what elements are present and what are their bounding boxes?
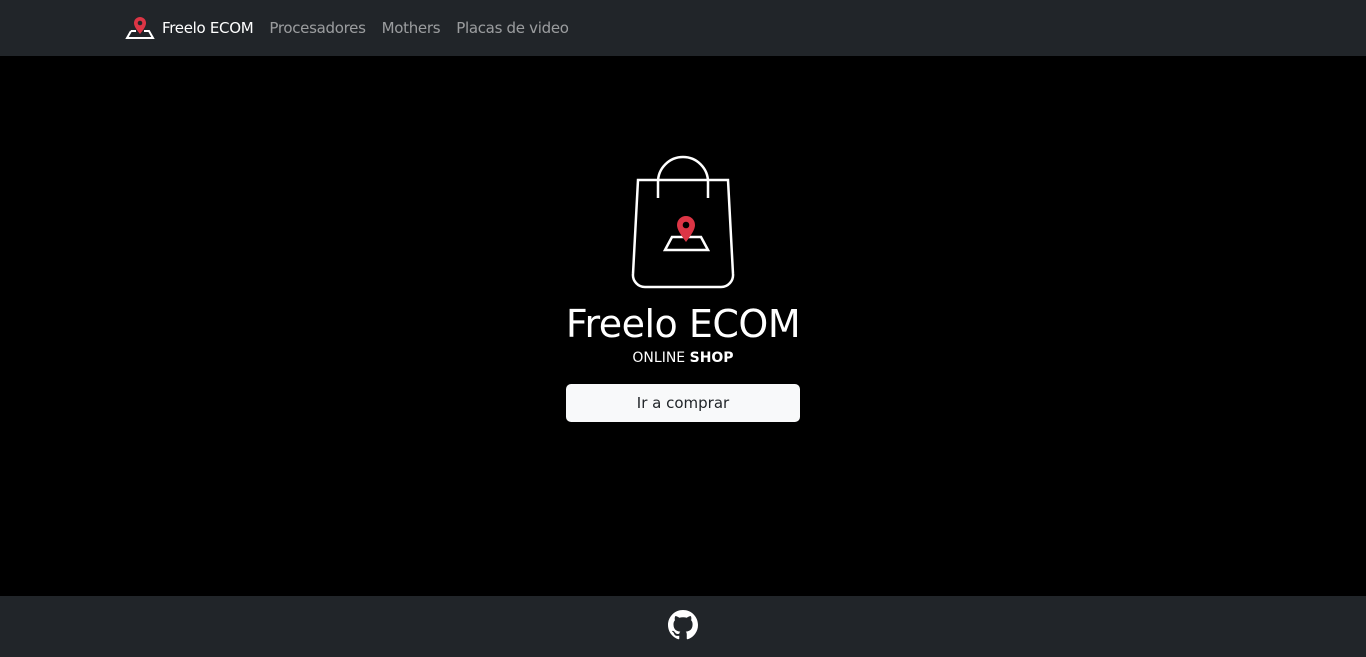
brand-link[interactable]: Freelo ECOM (125, 16, 254, 40)
navbar: Freelo ECOM Procesadores Mothers Placas … (0, 0, 1366, 56)
subtitle-shop: SHOP (689, 350, 734, 366)
github-icon (668, 609, 698, 639)
hero-subtitle: ONLINE SHOP (632, 350, 733, 366)
nav-link-mothers[interactable]: Mothers (382, 19, 441, 37)
subtitle-online: ONLINE (632, 350, 686, 366)
nav-link-placas-de-video[interactable]: Placas de video (456, 19, 569, 37)
go-shopping-button[interactable]: Ir a comprar (566, 384, 800, 422)
hero-section: Freelo ECOM ONLINE SHOP Ir a comprar (0, 56, 1366, 596)
map-pin-logo-icon (125, 17, 155, 39)
brand-name: Freelo ECOM (162, 19, 254, 37)
nav-link-procesadores[interactable]: Procesadores (269, 19, 366, 37)
footer (0, 596, 1366, 657)
hero-title: Freelo ECOM (565, 302, 801, 346)
shopping-bag-logo-icon (631, 155, 735, 289)
github-link[interactable] (668, 609, 698, 644)
